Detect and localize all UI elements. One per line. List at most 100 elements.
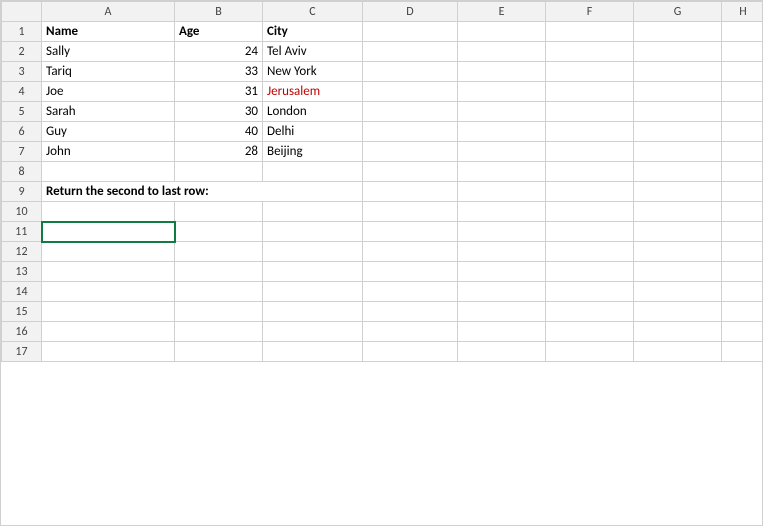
cell-16-g[interactable]: [634, 322, 722, 342]
cell-8-h[interactable]: [722, 162, 763, 182]
cell-7-c[interactable]: Beijing: [263, 142, 363, 162]
cell-11-d[interactable]: [363, 222, 458, 242]
cell-3-f[interactable]: [546, 62, 634, 82]
cell-1-b[interactable]: Age: [175, 22, 263, 42]
cell-17-d[interactable]: [363, 342, 458, 362]
cell-5-e[interactable]: [458, 102, 546, 122]
cell-8-a[interactable]: [42, 162, 175, 182]
cell-17-f[interactable]: [546, 342, 634, 362]
cell-4-c[interactable]: Jerusalem: [263, 82, 363, 102]
cell-7-f[interactable]: [546, 142, 634, 162]
cell-2-h[interactable]: [722, 42, 763, 62]
cell-13-c[interactable]: [263, 262, 363, 282]
cell-15-b[interactable]: [175, 302, 263, 322]
cell-1-a[interactable]: Name: [42, 22, 175, 42]
cell-3-b[interactable]: 33: [175, 62, 263, 82]
cell-7-g[interactable]: [634, 142, 722, 162]
cell-15-a[interactable]: [42, 302, 175, 322]
cell-4-g[interactable]: [634, 82, 722, 102]
cell-6-d[interactable]: [363, 122, 458, 142]
cell-14-a[interactable]: [42, 282, 175, 302]
cell-9-g[interactable]: [634, 182, 722, 202]
cell-12-h[interactable]: [722, 242, 763, 262]
cell-11-b[interactable]: [175, 222, 263, 242]
cell-12-d[interactable]: [363, 242, 458, 262]
cell-1-e[interactable]: [458, 22, 546, 42]
cell-13-b[interactable]: [175, 262, 263, 282]
cell-10-b[interactable]: [175, 202, 263, 222]
col-header-g[interactable]: G: [634, 2, 722, 22]
cell-9-f[interactable]: [546, 182, 634, 202]
cell-2-b[interactable]: 24: [175, 42, 263, 62]
cell-4-b[interactable]: 31: [175, 82, 263, 102]
cell-6-h[interactable]: [722, 122, 763, 142]
cell-12-g[interactable]: [634, 242, 722, 262]
cell-1-h[interactable]: [722, 22, 763, 42]
cell-10-d[interactable]: [363, 202, 458, 222]
cell-17-h[interactable]: [722, 342, 763, 362]
cell-11-g[interactable]: [634, 222, 722, 242]
cell-17-b[interactable]: [175, 342, 263, 362]
cell-9-a[interactable]: Return the second to last row:: [42, 182, 363, 202]
cell-4-e[interactable]: [458, 82, 546, 102]
cell-5-c[interactable]: London: [263, 102, 363, 122]
cell-6-b[interactable]: 40: [175, 122, 263, 142]
cell-6-e[interactable]: [458, 122, 546, 142]
cell-14-e[interactable]: [458, 282, 546, 302]
col-header-a[interactable]: A: [42, 2, 175, 22]
col-header-f[interactable]: F: [546, 2, 634, 22]
cell-13-d[interactable]: [363, 262, 458, 282]
cell-1-g[interactable]: [634, 22, 722, 42]
cell-7-a[interactable]: John: [42, 142, 175, 162]
cell-8-b[interactable]: [175, 162, 263, 182]
cell-14-c[interactable]: [263, 282, 363, 302]
cell-7-d[interactable]: [363, 142, 458, 162]
cell-16-h[interactable]: [722, 322, 763, 342]
cell-3-h[interactable]: [722, 62, 763, 82]
cell-11-c[interactable]: [263, 222, 363, 242]
cell-6-c[interactable]: Delhi: [263, 122, 363, 142]
cell-16-f[interactable]: [546, 322, 634, 342]
cell-13-h[interactable]: [722, 262, 763, 282]
cell-9-e[interactable]: [458, 182, 546, 202]
cell-5-b[interactable]: 30: [175, 102, 263, 122]
cell-14-b[interactable]: [175, 282, 263, 302]
cell-5-h[interactable]: [722, 102, 763, 122]
cell-12-f[interactable]: [546, 242, 634, 262]
cell-10-e[interactable]: [458, 202, 546, 222]
cell-8-c[interactable]: [263, 162, 363, 182]
cell-2-g[interactable]: [634, 42, 722, 62]
cell-13-g[interactable]: [634, 262, 722, 282]
cell-11-f[interactable]: [546, 222, 634, 242]
cell-10-c[interactable]: [263, 202, 363, 222]
cell-3-c[interactable]: New York: [263, 62, 363, 82]
col-header-h[interactable]: H: [722, 2, 763, 22]
cell-17-a[interactable]: [42, 342, 175, 362]
cell-16-b[interactable]: [175, 322, 263, 342]
cell-17-e[interactable]: [458, 342, 546, 362]
cell-13-f[interactable]: [546, 262, 634, 282]
cell-3-g[interactable]: [634, 62, 722, 82]
cell-8-f[interactable]: [546, 162, 634, 182]
cell-14-f[interactable]: [546, 282, 634, 302]
col-header-d[interactable]: D: [363, 2, 458, 22]
cell-8-e[interactable]: [458, 162, 546, 182]
cell-2-f[interactable]: [546, 42, 634, 62]
cell-12-a[interactable]: [42, 242, 175, 262]
cell-4-f[interactable]: [546, 82, 634, 102]
cell-2-c[interactable]: Tel Aviv: [263, 42, 363, 62]
cell-8-g[interactable]: [634, 162, 722, 182]
col-header-b[interactable]: B: [175, 2, 263, 22]
cell-14-d[interactable]: [363, 282, 458, 302]
cell-13-a[interactable]: [42, 262, 175, 282]
cell-7-h[interactable]: [722, 142, 763, 162]
cell-3-e[interactable]: [458, 62, 546, 82]
cell-12-c[interactable]: [263, 242, 363, 262]
cell-9-d[interactable]: [363, 182, 458, 202]
col-header-c[interactable]: C: [263, 2, 363, 22]
cell-6-a[interactable]: Guy: [42, 122, 175, 142]
cell-4-d[interactable]: [363, 82, 458, 102]
cell-5-a[interactable]: Sarah: [42, 102, 175, 122]
cell-16-c[interactable]: [263, 322, 363, 342]
cell-10-f[interactable]: [546, 202, 634, 222]
